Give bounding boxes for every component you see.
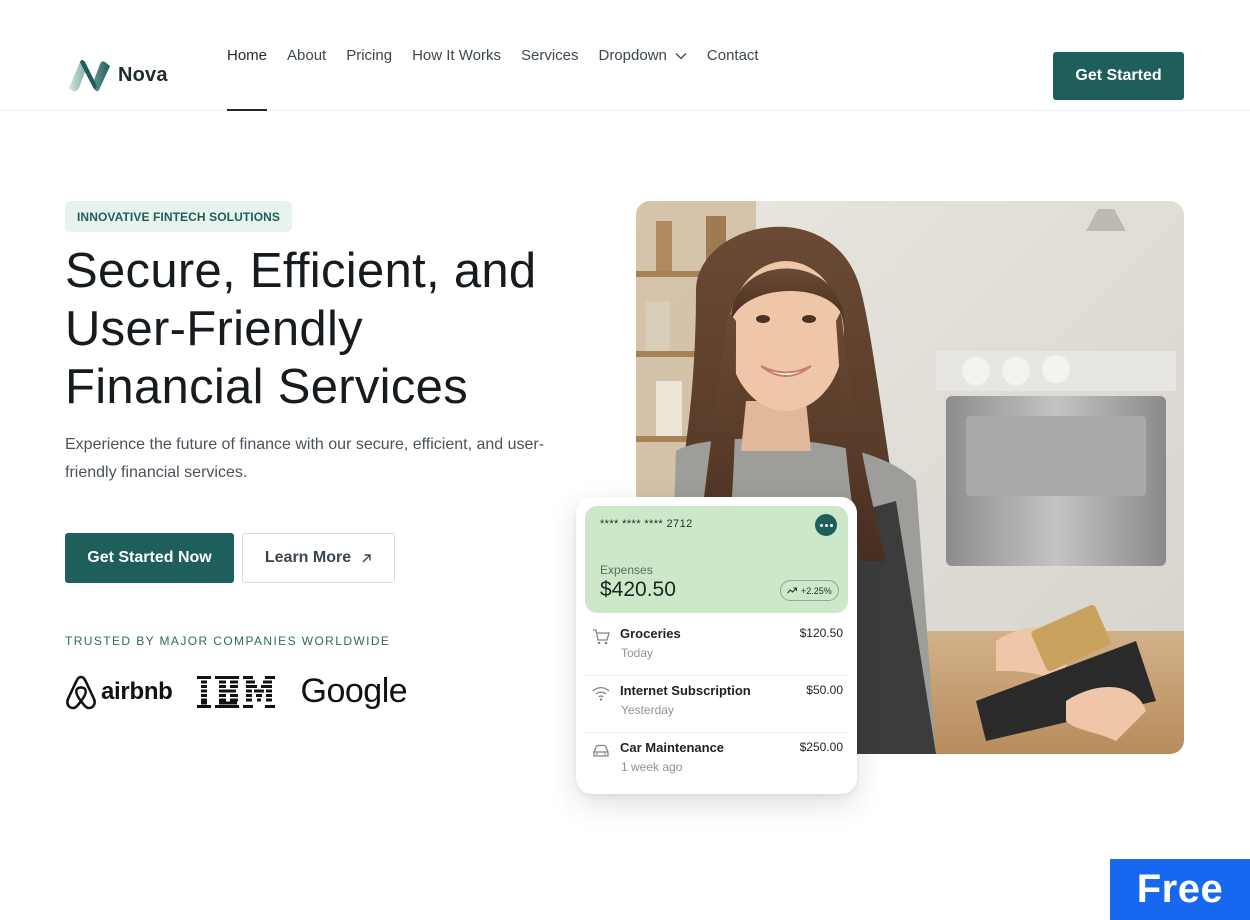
google-logo: Google (300, 672, 408, 710)
transaction-row[interactable]: Groceries Today $120.50 (585, 618, 848, 675)
transaction-name: Internet Subscription (620, 683, 751, 698)
nav-item-dropdown[interactable]: Dropdown (599, 0, 687, 111)
hero-title-line-3: Financial Services (65, 360, 468, 414)
transaction-name: Groceries (620, 626, 681, 641)
nav-item-dropdown-label: Dropdown (598, 47, 667, 64)
brand-logo[interactable]: Nova (66, 58, 168, 92)
nav-item-about[interactable]: About (287, 0, 326, 111)
nav-item-services[interactable]: Services (521, 0, 579, 111)
nav-item-pricing[interactable]: Pricing (346, 0, 392, 111)
hero-title: Secure, Efficient, and User-Friendly Fin… (65, 242, 585, 416)
transaction-row[interactable]: Internet Subscription Yesterday $50.00 (585, 675, 848, 732)
transaction-name: Car Maintenance (620, 740, 725, 755)
trend-up-icon (787, 587, 797, 594)
card-summary: **** **** **** 2712 Expenses $420.50 +2.… (585, 506, 848, 613)
learn-more-button[interactable]: Learn More (242, 533, 395, 583)
wifi-icon (592, 686, 610, 701)
expenses-amount: $420.50 (600, 578, 676, 601)
expenses-card: **** **** **** 2712 Expenses $420.50 +2.… (576, 497, 857, 794)
learn-more-label: Learn More (264, 549, 352, 566)
nav-item-contact[interactable]: Contact (707, 0, 759, 111)
get-started-now-button[interactable]: Get Started Now (65, 533, 234, 583)
get-started-button[interactable]: Get Started (1053, 52, 1184, 100)
transaction-time: Today (621, 646, 654, 660)
transaction-amount: $250.00 (799, 740, 843, 754)
site-header: Nova Home About Pricing How It Works Ser… (0, 0, 1250, 111)
hero-title-line-1: Secure, Efficient, and (65, 244, 537, 298)
hero-badge: INNOVATIVE FINTECH SOLUTIONS (65, 201, 293, 232)
trusted-label: TRUSTED BY MAJOR COMPANIES WORLDWIDE (65, 634, 391, 648)
brand-name: Nova (118, 63, 168, 86)
transaction-amount: $50.00 (806, 683, 843, 697)
chevron-down-icon (675, 52, 687, 59)
company-logos: airbnb Google (65, 672, 408, 711)
arrow-up-right-icon (362, 553, 371, 562)
nav-item-home[interactable]: Home (227, 0, 268, 111)
nav-item-how-it-works[interactable]: How It Works (412, 0, 501, 111)
cart-icon (593, 629, 610, 645)
hero-title-line-2: User-Friendly (65, 302, 363, 356)
card-number: **** **** **** 2712 (600, 518, 693, 530)
hero-subtitle: Experience the future of finance with ou… (65, 436, 545, 481)
more-options-icon[interactable] (815, 514, 837, 536)
nova-logo-icon (69, 60, 110, 92)
airbnb-logo: airbnb (65, 674, 173, 710)
airbnb-wordmark: airbnb (101, 677, 173, 705)
free-tag: Free (1110, 859, 1250, 920)
change-badge: +2.25% (780, 580, 839, 601)
airbnb-icon (66, 675, 96, 709)
main-nav: Home About Pricing How It Works Services… (227, 0, 779, 111)
change-value: +2.25% (801, 585, 832, 596)
transaction-amount: $120.50 (799, 626, 843, 640)
transaction-time: Yesterday (621, 703, 674, 717)
expenses-label: Expenses (600, 563, 653, 577)
transaction-row[interactable]: Car Maintenance 1 week ago $250.00 (585, 732, 848, 789)
ibm-logo (196, 675, 275, 708)
car-icon (593, 744, 609, 757)
transaction-time: 1 week ago (621, 760, 683, 774)
